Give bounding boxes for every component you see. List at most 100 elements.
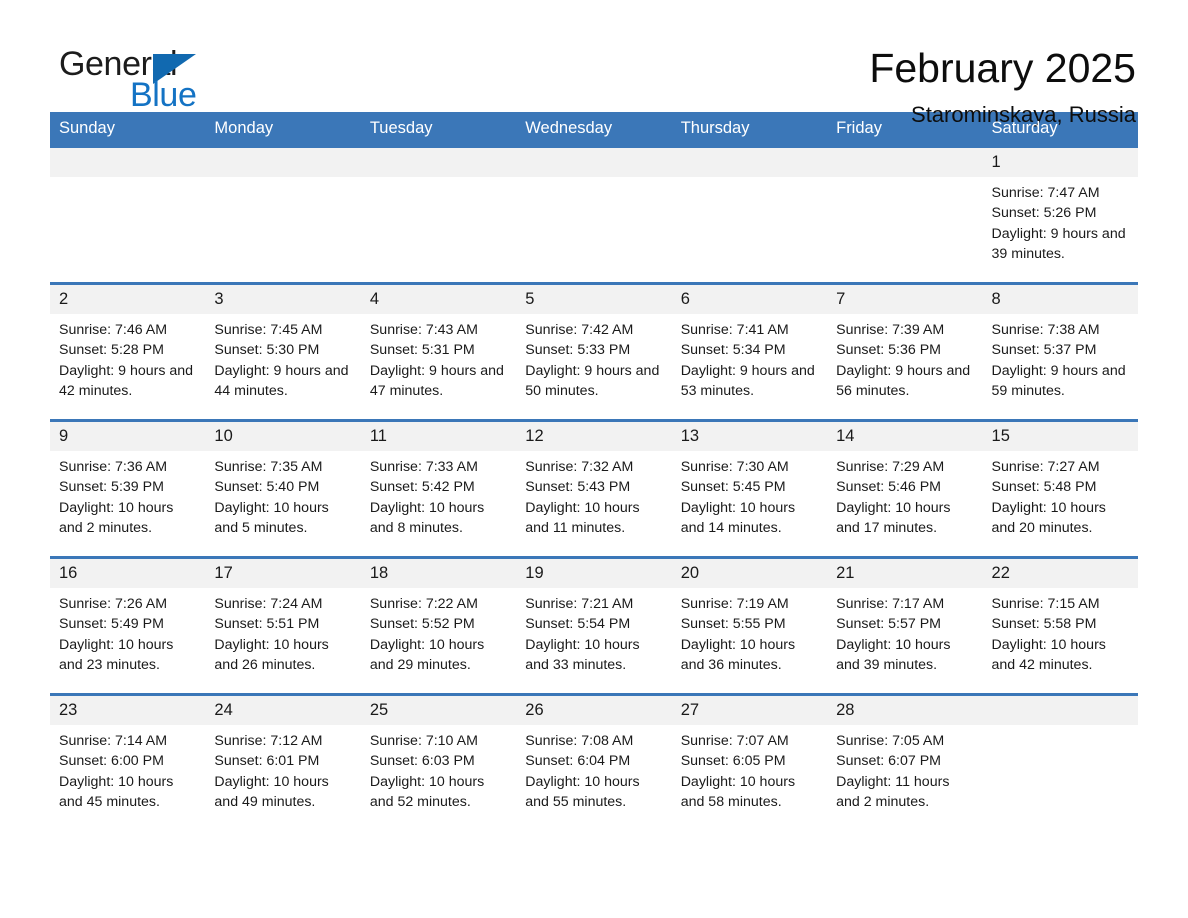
calendar-day-cell[interactable]: 20 Sunrise: 7:19 AM Sunset: 5:55 PM Dayligh… [671, 556, 828, 695]
calendar-day-cell[interactable]: 4 Sunrise: 7:43 AM Sunset: 5:31 PM Daylight… [360, 282, 517, 421]
calendar-day-cell[interactable]: 9 Sunrise: 7:36 AM Sunset: 5:39 PM Daylight… [50, 419, 206, 558]
calendar-day-cell[interactable]: 26 Sunrise: 7:08 AM Sunset: 6:04 PM Dayligh… [516, 693, 672, 830]
sunrise-time: Sunrise: 7:30 AM [680, 459, 789, 475]
page-header: General Blue February 2025 Starominskaya… [50, 0, 1138, 127]
sunset-time: Sunset: 6:07 PM [836, 753, 941, 770]
sunset-time: Sunset: 5:43 PM [525, 479, 631, 496]
calendar-day-cell[interactable]: 16 Sunrise: 7:26 AM Sunset: 5:49 PM Dayligh… [50, 556, 206, 695]
sunset-time: Sunset: 5:37 PM [991, 342, 1097, 359]
sunrise-time: Sunrise: 7:47 AM [991, 185, 1100, 201]
sunrise-time: Sunrise: 7:27 AM [991, 459, 1100, 475]
daylight-duration: Daylight: 10 hours and 36 minutes. [680, 636, 796, 673]
day-number: 16 [50, 559, 206, 588]
sunrise-time: Sunrise: 7:24 AM [214, 596, 323, 612]
calendar-day-cell[interactable]: 6 Sunrise: 7:41 AM Sunset: 5:34 PM Daylight… [671, 282, 828, 421]
day-sun-info: Sunrise: 7:14 AM Sunset: 6:00 PM Daylight:… [50, 725, 205, 812]
sunrise-time: Sunrise: 7:19 AM [680, 596, 789, 612]
calendar-day-cell[interactable]: 22 Sunrise: 7:15 AM Sunset: 5:58 PM Dayligh… [982, 556, 1138, 695]
day-number: 21 [827, 559, 983, 588]
daylight-duration: Daylight: 10 hours and 11 minutes. [525, 499, 640, 536]
day-sun-info: Sunrise: 7:32 AM Sunset: 5:43 PM Daylight:… [516, 451, 671, 538]
calendar-day-cell[interactable]: 17 Sunrise: 7:24 AM Sunset: 5:51 PM Dayligh… [205, 556, 361, 695]
day-number [671, 148, 828, 177]
calendar-page: General Blue February 2025 Starominskaya… [0, 0, 1188, 918]
calendar-day-cell[interactable]: 8 Sunrise: 7:38 AM Sunset: 5:37 PM Daylight… [982, 282, 1138, 421]
calendar-day-cell-empty [827, 145, 983, 284]
sunrise-time: Sunrise: 7:14 AM [59, 733, 168, 749]
calendar-day-cell[interactable]: 25 Sunrise: 7:10 AM Sunset: 6:03 PM Dayligh… [360, 693, 517, 830]
day-sun-info: Sunrise: 7:10 AM Sunset: 6:03 PM Daylight:… [361, 725, 516, 812]
daylight-duration: Daylight: 9 hours and 47 minutes. [369, 362, 504, 399]
calendar-day-cell[interactable]: 1 Sunrise: 7:47 AM Sunset: 5:26 PM Daylight… [982, 145, 1138, 284]
sunset-time: Sunset: 5:58 PM [991, 616, 1097, 633]
page-title: February 2025 [869, 45, 1136, 91]
day-sun-info: Sunrise: 7:33 AM Sunset: 5:42 PM Daylight:… [361, 451, 516, 538]
sunset-time: Sunset: 5:26 PM [991, 205, 1097, 222]
daylight-duration: Daylight: 9 hours and 42 minutes. [59, 362, 194, 399]
daylight-duration: Daylight: 10 hours and 17 minutes. [836, 499, 951, 536]
calendar-day-cell[interactable]: 27 Sunrise: 7:07 AM Sunset: 6:05 PM Dayligh… [671, 693, 828, 830]
day-number: 14 [827, 422, 983, 451]
calendar-day-cell[interactable]: 11 Sunrise: 7:33 AM Sunset: 5:42 PM Dayligh… [360, 419, 517, 558]
calendar-day-cell[interactable]: 13 Sunrise: 7:30 AM Sunset: 5:45 PM Dayligh… [671, 419, 828, 558]
title-block: February 2025 Starominskaya, Russia [869, 44, 1138, 130]
day-sun-info: Sunrise: 7:42 AM Sunset: 5:33 PM Daylight:… [516, 314, 671, 401]
day-number: 12 [516, 422, 672, 451]
calendar-day-cell[interactable]: 7 Sunrise: 7:39 AM Sunset: 5:36 PM Daylight… [827, 282, 983, 421]
general-blue-logo[interactable]: General Blue [50, 44, 250, 114]
day-number: 27 [671, 696, 828, 725]
calendar-day-cell[interactable]: 24 Sunrise: 7:12 AM Sunset: 6:01 PM Dayligh… [205, 693, 361, 830]
sunrise-time: Sunrise: 7:43 AM [369, 322, 478, 338]
calendar-day-cell[interactable]: 14 Sunrise: 7:29 AM Sunset: 5:46 PM Dayligh… [827, 419, 983, 558]
day-number: 19 [516, 559, 672, 588]
calendar-day-cell[interactable]: 19 Sunrise: 7:21 AM Sunset: 5:54 PM Dayligh… [516, 556, 672, 695]
calendar-day-cell[interactable]: 23 Sunrise: 7:14 AM Sunset: 6:00 PM Dayligh… [50, 693, 206, 830]
day-sun-info: Sunrise: 7:46 AM Sunset: 5:28 PM Daylight:… [50, 314, 205, 401]
daylight-duration: Daylight: 10 hours and 23 minutes. [59, 636, 174, 673]
sunset-time: Sunset: 5:31 PM [369, 342, 475, 359]
day-number: 18 [360, 559, 517, 588]
day-number: 15 [982, 422, 1138, 451]
day-sun-info: Sunrise: 7:22 AM Sunset: 5:52 PM Daylight:… [361, 588, 516, 675]
sunrise-time: Sunrise: 7:07 AM [680, 733, 789, 749]
calendar-day-cell[interactable]: 18 Sunrise: 7:22 AM Sunset: 5:52 PM Dayligh… [360, 556, 517, 695]
calendar-day-cell[interactable]: 2 Sunrise: 7:46 AM Sunset: 5:28 PM Daylight… [50, 282, 206, 421]
calendar-day-cell[interactable]: 12 Sunrise: 7:32 AM Sunset: 5:43 PM Dayligh… [516, 419, 672, 558]
daylight-duration: Daylight: 10 hours and 55 minutes. [525, 773, 640, 810]
sunset-time: Sunset: 5:40 PM [214, 479, 320, 496]
day-sun-info: Sunrise: 7:27 AM Sunset: 5:48 PM Daylight:… [983, 451, 1138, 538]
daylight-duration: Daylight: 10 hours and 42 minutes. [991, 636, 1106, 673]
sunrise-time: Sunrise: 7:22 AM [369, 596, 478, 612]
sunset-time: Sunset: 6:04 PM [525, 753, 631, 770]
sunset-time: Sunset: 5:55 PM [680, 616, 786, 633]
calendar-day-cell[interactable]: 3 Sunrise: 7:45 AM Sunset: 5:30 PM Daylight… [205, 282, 361, 421]
day-number [516, 148, 672, 177]
day-number [360, 148, 517, 177]
calendar-day-cell[interactable]: 21 Sunrise: 7:17 AM Sunset: 5:57 PM Dayligh… [827, 556, 983, 695]
calendar-day-cell-empty [205, 145, 361, 284]
calendar-body: 1 Sunrise: 7:47 AM Sunset: 5:26 PM Daylight… [50, 145, 1138, 830]
day-sun-info: Sunrise: 7:08 AM Sunset: 6:04 PM Daylight:… [516, 725, 671, 812]
sunset-time: Sunset: 5:33 PM [525, 342, 631, 359]
sunset-time: Sunset: 5:34 PM [680, 342, 786, 359]
day-number: 6 [671, 285, 828, 314]
sunset-time: Sunset: 5:51 PM [214, 616, 320, 633]
day-number: 2 [50, 285, 206, 314]
calendar-day-cell[interactable]: 15 Sunrise: 7:27 AM Sunset: 5:48 PM Dayligh… [982, 419, 1138, 558]
calendar-day-cell[interactable]: 28 Sunrise: 7:05 AM Sunset: 6:07 PM Dayligh… [827, 693, 983, 830]
sunset-time: Sunset: 6:00 PM [59, 753, 164, 770]
weekday-header-tuesday: Tuesday [360, 112, 517, 147]
day-sun-info: Sunrise: 7:24 AM Sunset: 5:51 PM Daylight:… [205, 588, 360, 675]
weekday-header-wednesday: Wednesday [516, 112, 672, 147]
calendar-day-cell[interactable]: 10 Sunrise: 7:35 AM Sunset: 5:40 PM Dayligh… [205, 419, 361, 558]
day-number: 26 [516, 696, 672, 725]
sunrise-time: Sunrise: 7:29 AM [836, 459, 945, 475]
calendar-day-cell[interactable]: 5 Sunrise: 7:42 AM Sunset: 5:33 PM Daylight… [516, 282, 672, 421]
day-sun-info: Sunrise: 7:05 AM Sunset: 6:07 PM Daylight:… [827, 725, 982, 812]
sunrise-sunset-calendar: Sunday Monday Tuesday Wednesday Thursday… [50, 112, 1138, 830]
day-sun-info: Sunrise: 7:17 AM Sunset: 5:57 PM Daylight:… [827, 588, 982, 675]
sunset-time: Sunset: 6:01 PM [214, 753, 320, 770]
calendar-day-cell-empty [360, 145, 517, 284]
day-number: 8 [982, 285, 1138, 314]
weekday-header-monday: Monday [205, 112, 361, 147]
